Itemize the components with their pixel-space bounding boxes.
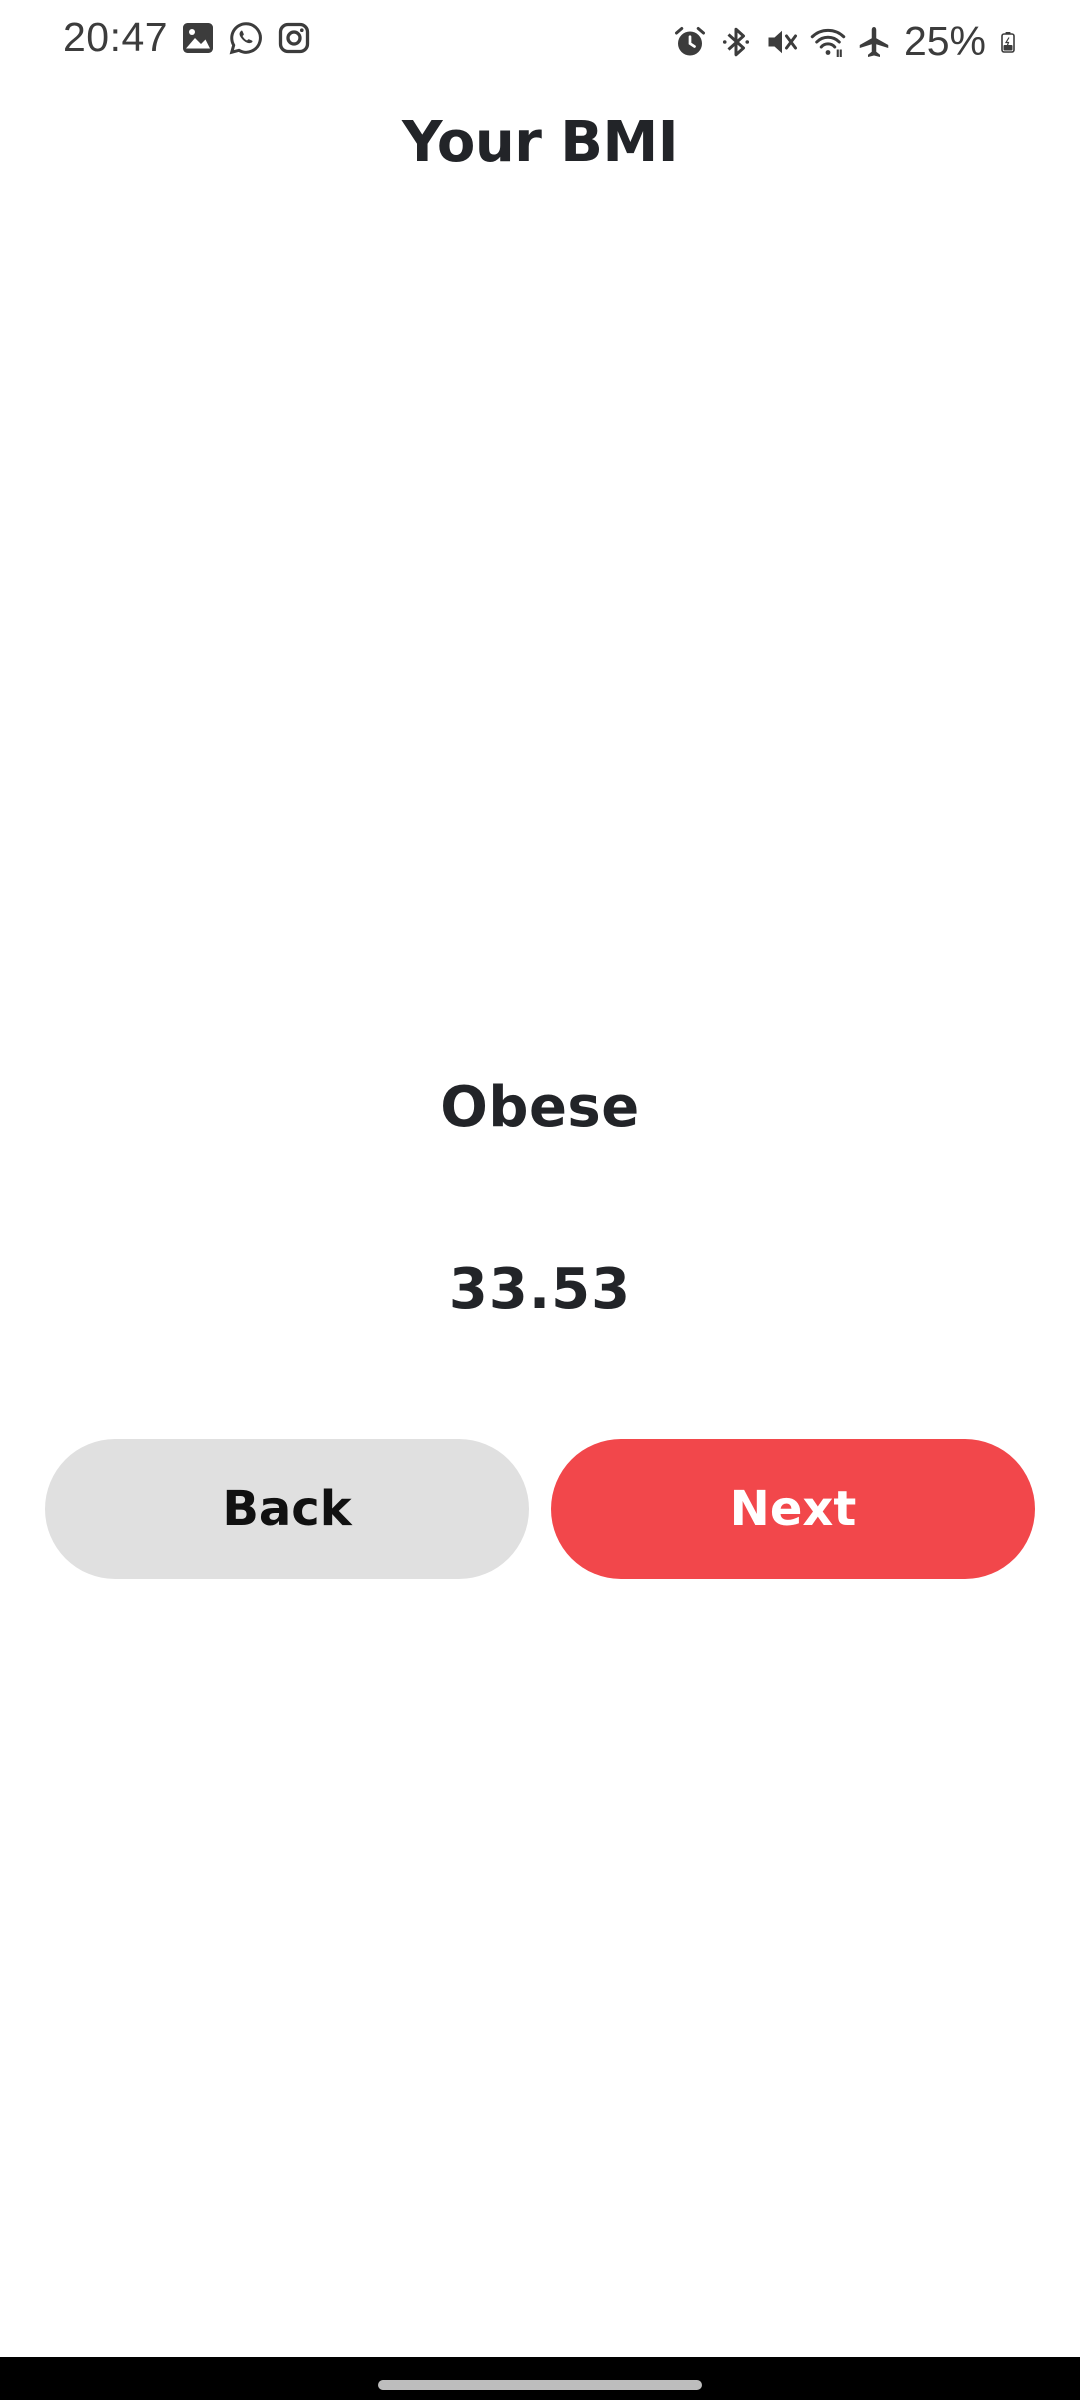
notification-icons (180, 20, 312, 56)
bluetooth-icon (722, 27, 749, 56)
status-time: 20:47 (63, 14, 169, 60)
battery-icon (1001, 31, 1015, 53)
navigation-bar (0, 2357, 1080, 2400)
bmi-value: 33.53 (448, 1257, 632, 1322)
next-button-label: Next (729, 1481, 857, 1537)
alarm-icon (674, 26, 705, 55)
battery-percent: 25% (903, 18, 986, 64)
next-button[interactable]: Next (551, 1439, 1035, 1579)
bmi-category: Obese (440, 1075, 640, 1140)
home-gesture-handle[interactable] (378, 2380, 702, 2390)
whatsapp-icon (229, 22, 262, 55)
airplane-icon (859, 26, 889, 57)
back-button-label: Back (222, 1481, 352, 1537)
wifi-icon (810, 28, 846, 57)
system-status-icons: 25% (672, 18, 1020, 65)
gallery-icon (183, 23, 213, 53)
mute-icon (768, 30, 797, 53)
status-bar: 20:47 25% (0, 0, 1080, 80)
back-button[interactable]: Back (45, 1439, 529, 1579)
instagram-icon (278, 22, 310, 54)
page-title: Your BMI (401, 110, 679, 175)
